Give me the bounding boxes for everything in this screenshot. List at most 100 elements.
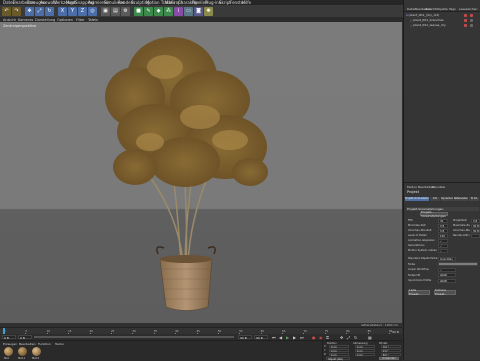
viewport-menu-darstellung[interactable]: Darstellung [35,18,55,22]
attribute-tab[interactable]: Projekt-Voreinstellungen [405,197,429,201]
position-key-icon[interactable]: ✥ [340,335,343,340]
attribute-tab[interactable]: Referenzieren [454,197,468,201]
attribute-menu-item[interactable]: Modus [407,185,417,189]
object-row-plant[interactable]: ⊡ plant_001_(dry_old) [406,13,479,17]
record-icon[interactable]: ● [312,335,316,340]
y-axis-icon[interactable]: Y [68,6,77,16]
coord-mode-select[interactable]: Objekt (Rel) [326,356,350,360]
attribute-value[interactable]: 0 B [438,228,448,233]
redo-icon[interactable]: ↷ [12,6,21,16]
attribute-value[interactable]: Grau-Blau [438,256,456,261]
material-swatch-mat[interactable] [4,347,13,356]
tag-icon[interactable] [464,23,467,27]
min-frame-field[interactable]: 0 B [18,335,32,340]
camera-icon[interactable]: ◙ [194,6,203,16]
attribute-value[interactable]: 100 % [438,233,448,242]
x-axis-icon[interactable]: X [58,6,67,16]
film-icon[interactable]: ▦ [368,335,372,340]
render-settings-icon[interactable]: ⚙ [121,6,130,16]
play-icon[interactable]: ▶ [286,335,289,340]
step-back-icon[interactable]: ◀ [279,335,282,340]
tag-icon[interactable] [470,23,473,27]
coordinate-system-icon[interactable]: ◎ [88,6,97,16]
coord-field[interactable]: 0 cm [329,352,349,357]
subdivision-icon[interactable]: ◆ [154,6,163,16]
coord-field[interactable]: 0 cm [355,352,375,357]
step-forward-icon[interactable]: ▶ [293,335,296,340]
right-panel: Datei Bearbeiten Ansicht Objekte Tags Lesezei… [403,0,480,360]
tag-icon[interactable] [464,18,467,22]
max-frame-field[interactable]: 90 B [238,335,252,340]
attribute-value[interactable]: 90 B [471,223,480,228]
start-frame-field[interactable]: 0 B [2,335,16,340]
coord-field[interactable]: H 0 ° [381,345,401,349]
viewport-menu-tafeln[interactable]: Tafeln [88,18,98,22]
material-swatch-mat-1[interactable] [18,347,27,356]
attribute-tab[interactable]: Dynamics [441,197,453,201]
attribute-value[interactable]: sRGB [438,278,456,283]
deformer-icon[interactable]: ⌇ [174,6,183,16]
attribute-tab[interactable]: Info [430,197,440,201]
viewport-menu-ansicht[interactable]: Ansicht [3,18,16,22]
keyframe-selection-icon[interactable]: ⚿ [326,335,329,340]
attribute-value[interactable]: 30 [438,218,448,223]
attribute-value[interactable] [438,262,478,266]
material-menu-bearbeiten[interactable]: Bearbeiten [19,342,35,346]
coord-field[interactable]: 0 cm [329,348,349,353]
cube-icon[interactable]: ■ [134,6,143,16]
load-preset-button[interactable]: Lade Preset... [408,288,430,296]
scale-key-icon[interactable]: ⤢ [347,335,350,340]
attribute-value[interactable]: 0 B [471,218,480,223]
attribute-menu-item[interactable]: Benutzer [432,185,446,189]
attribute-value[interactable] [471,233,480,238]
array-icon[interactable]: ⁂ [164,6,173,16]
coordinates-panel: Position Abmessung Winkel X0 cm 0 cm H 0 °… [322,341,403,361]
attribute-value[interactable]: ✓ [438,243,448,248]
z-axis-icon[interactable]: Z [78,6,87,16]
material-swatch-mat-2[interactable] [32,347,41,356]
coord-field[interactable]: 0 cm [329,345,349,349]
attribute-label: Input-Color-Profile [408,279,432,282]
rotation-key-icon[interactable]: ↻ [354,335,357,340]
tag-icon[interactable] [470,18,473,22]
coord-field[interactable]: B 0 ° [381,352,401,357]
coord-field[interactable]: 0 cm [355,348,375,353]
attribute-value[interactable]: ✓ [438,248,448,253]
tag-icon[interactable] [464,13,467,17]
light-icon[interactable]: ✺ [204,6,213,16]
scale-tool-icon[interactable]: ⤢ [35,6,44,16]
attribute-label: Level of Detail [408,234,427,237]
attribute-tab[interactable]: To Do [469,197,479,201]
project-settings-button[interactable]: Projekt-Voreinstellungen [420,210,448,218]
move-tool-icon[interactable]: ✥ [25,6,34,16]
render-picture-icon[interactable]: ▤ [111,6,120,16]
undo-icon[interactable]: ↶ [2,6,11,16]
material-menu-textur[interactable]: Textur [55,342,64,346]
goto-start-icon[interactable]: ⏮ [272,335,276,340]
viewport[interactable]: Zentralperspektive [0,22,402,323]
material-menu-funktion[interactable]: Funktion [38,342,51,346]
attribute-value[interactable]: 90 B [471,228,480,233]
attribute-value[interactable]: ✓ [438,267,456,272]
panel-divider [404,182,480,183]
floor-icon[interactable]: ▭ [184,6,193,16]
attribute-value[interactable]: sRGB [438,273,456,277]
viewport-menu-filter[interactable]: Filter [76,18,85,22]
coord-field[interactable]: P 0 ° [381,348,401,353]
tag-icon[interactable] [470,13,473,17]
pen-icon[interactable]: ✎ [144,6,153,16]
save-preset-button[interactable]: Sichere Preset... [434,288,456,296]
preview-range-slider[interactable] [34,336,234,338]
viewport-menu-optionen[interactable]: Optionen [57,18,73,22]
viewport-menu-kameras[interactable]: Kameras [18,18,33,22]
rotate-tool-icon[interactable]: ↻ [45,6,54,16]
autokey-icon[interactable]: ◉ [319,335,323,340]
render-view-icon[interactable]: ▣ [101,6,110,16]
material-menu-erzeugen[interactable]: Erzeugen [3,342,17,346]
end-frame-field[interactable]: 90 B [254,335,268,340]
coord-field[interactable]: 0 cm [355,345,375,349]
apply-button[interactable]: Anwenden [379,356,399,360]
goto-end-icon[interactable]: ⏭ [300,335,304,340]
attribute-value[interactable]: 0 B [438,223,448,228]
attribute-value[interactable]: ✓ [438,238,448,243]
